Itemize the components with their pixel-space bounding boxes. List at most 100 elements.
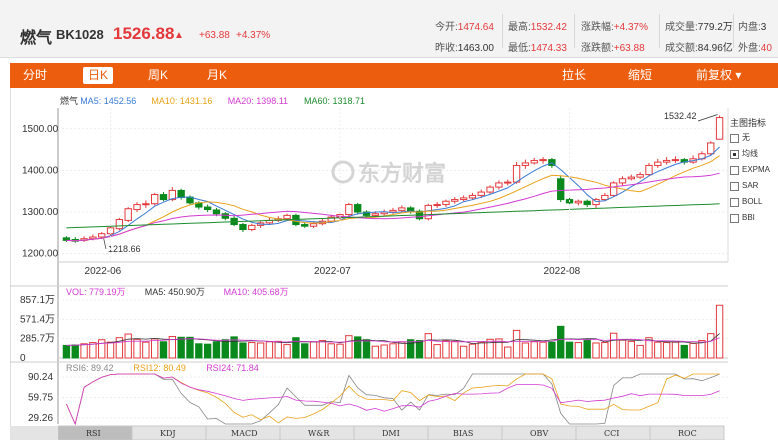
indicator-option-label: 均线 — [742, 149, 758, 158]
volume-bar — [459, 345, 468, 359]
low-annotation: 1218.66 — [108, 244, 141, 254]
price-tick-label: 1400.00 — [22, 165, 59, 176]
candle-body — [239, 224, 247, 231]
volume-bar — [398, 341, 406, 359]
volume-bar — [336, 343, 344, 359]
volume-bar — [203, 343, 212, 359]
candle-body — [627, 176, 635, 180]
volume-bar — [451, 340, 459, 359]
checkbox-icon[interactable] — [730, 197, 739, 207]
volume-bar — [89, 342, 97, 359]
volume-bar — [221, 339, 229, 359]
volume-bar — [309, 341, 318, 359]
volume-bar — [680, 344, 688, 359]
candle-body — [539, 159, 547, 162]
volume-bar — [265, 341, 274, 359]
volume-legend-item: MA5: 450.90万 — [145, 287, 205, 297]
volume-bar — [186, 336, 194, 359]
candle-body — [645, 164, 653, 176]
candle-body — [609, 182, 618, 196]
candle-body — [495, 182, 503, 188]
candle-body — [512, 164, 521, 183]
ma-legend-item: MA20: 1398.11 — [228, 96, 288, 106]
indicator-option[interactable]: 无 — [730, 130, 778, 146]
volume-bar — [557, 325, 565, 359]
candle-body — [98, 233, 106, 238]
candle-body — [557, 178, 565, 201]
rsi-legend-item: RSI6: 89.42 — [66, 363, 114, 373]
candle-body — [521, 162, 530, 166]
volume-bar — [62, 344, 71, 359]
kline-chart[interactable]: 1500.00 1400.00 1300.00 1200.00 燃气 MA5: 1452.… — [0, 0, 778, 440]
volume-bar — [504, 346, 512, 359]
candle-body — [636, 174, 644, 178]
volume-bar — [327, 343, 335, 359]
indicator-option[interactable]: SAR — [730, 178, 778, 194]
volume-bar — [124, 333, 132, 359]
candle-body — [389, 209, 397, 213]
ma-legend-item: MA60: 1318.71 — [304, 96, 365, 106]
rsi-tick-label: 59.75 — [28, 393, 53, 404]
volume-bar — [715, 304, 724, 359]
rsi-line — [66, 373, 720, 426]
volume-bar — [159, 341, 168, 359]
volume-bar — [512, 329, 521, 359]
watermark-text: 东方财富 — [358, 161, 446, 187]
volume-bar — [671, 341, 680, 359]
candle-body — [283, 214, 291, 220]
checkbox-icon[interactable] — [730, 149, 739, 159]
candle-body — [309, 223, 318, 227]
indicator-tab-label: OBV — [530, 429, 548, 438]
checkbox-icon[interactable] — [730, 181, 739, 191]
indicator-option-label: BOLL — [742, 197, 763, 206]
rsi-tick-label: 90.24 — [28, 372, 53, 383]
high-annotation: 1532.42 — [664, 111, 697, 121]
candle-body — [707, 142, 715, 155]
volume-bar — [495, 338, 503, 359]
candle-body — [62, 237, 71, 241]
indicator-tab-label: W&R — [308, 429, 330, 438]
candle-body — [398, 207, 406, 211]
volume-bar — [292, 337, 300, 359]
indicator-option[interactable]: 均线 — [730, 146, 778, 162]
candle-body — [671, 159, 680, 162]
volume-bar — [177, 336, 185, 359]
indicator-tab-label: MACD — [231, 429, 258, 438]
candle-body — [371, 213, 380, 216]
indicator-option[interactable]: BBI — [730, 210, 778, 226]
volume-bar — [636, 344, 644, 359]
ma-legend-item: MA10: 1431.16 — [151, 96, 212, 106]
candle-body — [715, 117, 724, 140]
tab-strip-filler — [10, 426, 58, 440]
volume-bar — [389, 343, 397, 359]
indicator-option[interactable]: EXPMA — [730, 162, 778, 178]
candle-body — [583, 200, 591, 206]
high-annotation-arrow — [697, 114, 718, 122]
volume-bar — [318, 340, 327, 359]
volume-bar — [80, 343, 88, 359]
checkbox-icon[interactable] — [730, 133, 739, 143]
volume-bar — [627, 340, 635, 359]
candle-body — [133, 204, 141, 211]
volume-bar — [609, 332, 618, 359]
volume-bar — [345, 335, 353, 359]
candle-body — [89, 236, 97, 240]
indicator-tab-label: RSI — [86, 429, 101, 438]
candle-body — [477, 191, 485, 196]
rsi-legend-item: RSI12: 80.49 — [133, 363, 186, 373]
volume-bar — [424, 333, 432, 359]
indicator-tab-label: KDJ — [160, 429, 176, 438]
candle-body — [468, 194, 477, 199]
volume-bar — [583, 339, 591, 359]
indicator-tab-label: CCI — [604, 429, 619, 438]
checkbox-icon[interactable] — [730, 213, 739, 223]
volume-bar — [707, 333, 715, 359]
indicator-option[interactable]: BOLL — [730, 194, 778, 210]
candle-body — [618, 178, 627, 184]
candle-body — [221, 213, 229, 219]
candle-body — [159, 194, 168, 201]
volume-bar — [468, 343, 477, 359]
volume-bar — [689, 342, 697, 359]
ma-legend-item: MA5: 1452.56 — [80, 96, 136, 106]
checkbox-icon[interactable] — [730, 165, 739, 175]
